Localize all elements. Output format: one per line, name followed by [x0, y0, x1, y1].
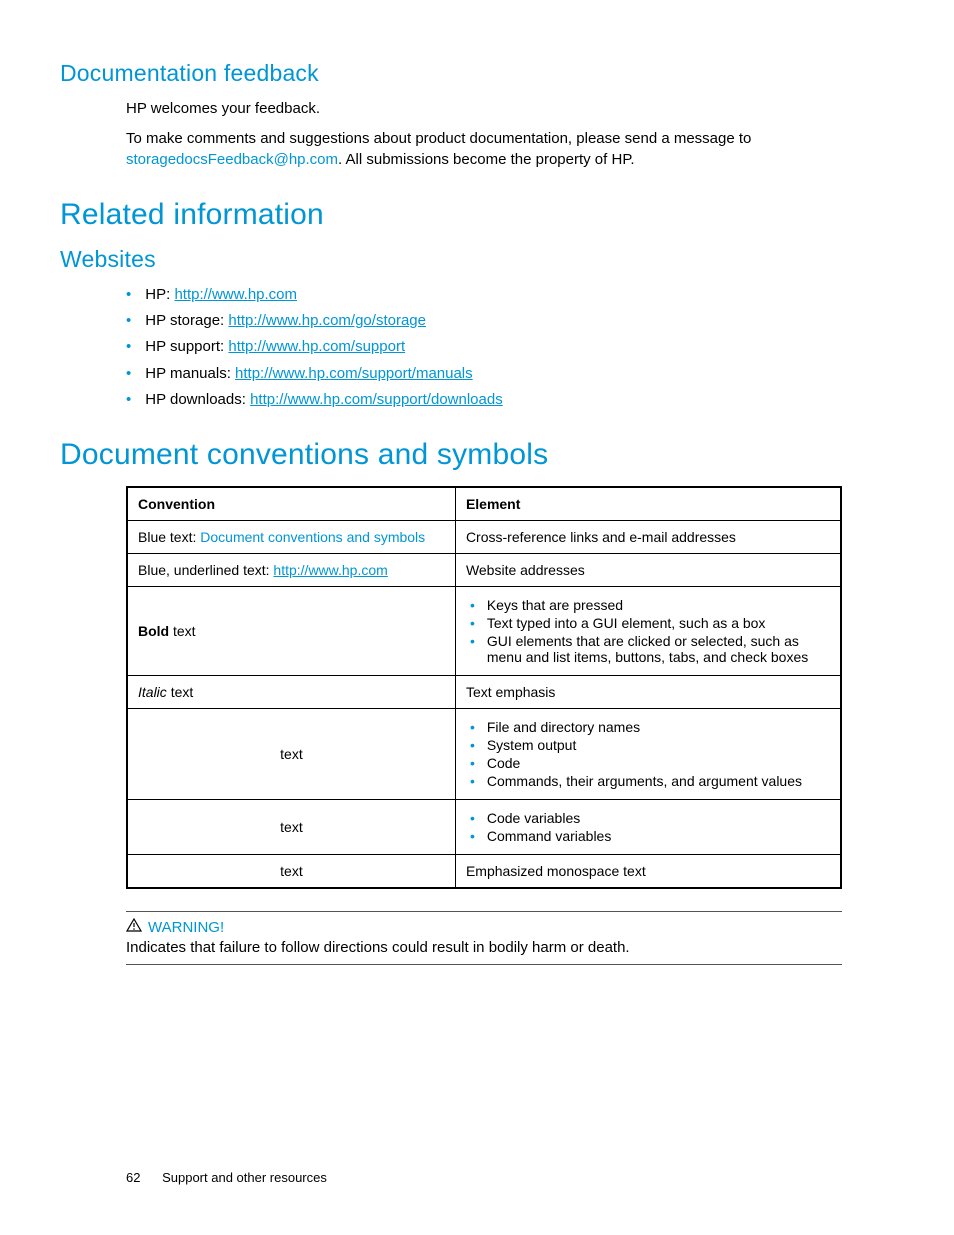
- cell-list-item: Command variables: [466, 828, 830, 844]
- table-row: Italic text Text emphasis: [127, 676, 841, 709]
- list-item: HP storage: http://www.hp.com/go/storage: [126, 311, 894, 331]
- cell-list-item: Text typed into a GUI element, such as a…: [466, 615, 830, 631]
- blue-text-label: Blue text:: [138, 529, 200, 545]
- cell-list-item: System output: [466, 737, 830, 753]
- table-header-row: Convention Element: [127, 487, 841, 521]
- cell-element: File and directory names System output C…: [455, 709, 841, 800]
- cell-element: Text emphasis: [455, 676, 841, 709]
- list-item: HP manuals: http://www.hp.com/support/ma…: [126, 364, 894, 384]
- heading-websites: Websites: [60, 246, 894, 273]
- list-item: HP support: http://www.hp.com/support: [126, 337, 894, 357]
- divider: [126, 964, 842, 965]
- warning-label: WARNING!: [148, 919, 224, 936]
- blue-underline-example[interactable]: http://www.hp.com: [273, 562, 387, 578]
- websites-list: HP: http://www.hp.com HP storage: http:/…: [126, 285, 894, 410]
- divider: [126, 911, 842, 912]
- heading-document-conventions: Document conventions and symbols: [60, 438, 894, 472]
- cell-element: Cross-reference links and e-mail address…: [455, 521, 841, 554]
- feedback-p1: HP welcomes your feedback.: [126, 99, 894, 119]
- cell-element: Keys that are pressed Text typed into a …: [455, 587, 841, 676]
- website-label: HP:: [145, 286, 174, 303]
- cell-convention: Blue, underlined text: http://www.hp.com: [127, 554, 455, 587]
- list-item: HP: http://www.hp.com: [126, 285, 894, 305]
- th-convention: Convention: [127, 487, 455, 521]
- list-item: HP downloads: http://www.hp.com/support/…: [126, 390, 894, 410]
- table-row: text Code variables Command variables: [127, 800, 841, 855]
- table-row: text File and directory names System out…: [127, 709, 841, 800]
- cell-convention: text: [127, 855, 455, 889]
- feedback-p2-tail: . All submissions become the property of…: [338, 151, 635, 168]
- bold-example: Bold: [138, 623, 169, 639]
- feedback-body: HP welcomes your feedback. To make comme…: [126, 99, 894, 170]
- table-row: Bold text Keys that are pressed Text typ…: [127, 587, 841, 676]
- cell-convention: text: [127, 800, 455, 855]
- bold-suffix: text: [169, 623, 195, 639]
- page: Documentation feedback HP welcomes your …: [0, 0, 954, 1235]
- table-row: Blue, underlined text: http://www.hp.com…: [127, 554, 841, 587]
- footer-title: Support and other resources: [162, 1170, 327, 1185]
- warning-heading: WARNING!: [126, 918, 842, 936]
- heading-related-information: Related information: [60, 198, 894, 232]
- blue-text-example: Document conventions and symbols: [200, 529, 425, 545]
- cell-list-item: Commands, their arguments, and argument …: [466, 773, 830, 789]
- page-number: 62: [126, 1170, 140, 1185]
- cell-element: Website addresses: [455, 554, 841, 587]
- feedback-email-link[interactable]: storagedocsFeedback@hp.com: [126, 151, 338, 168]
- website-label: HP support:: [145, 338, 228, 355]
- cell-list-item: Keys that are pressed: [466, 597, 830, 613]
- conventions-table: Convention Element Blue text: Document c…: [126, 486, 842, 889]
- feedback-p2: To make comments and suggestions about p…: [126, 129, 894, 170]
- cell-list-item: Code variables: [466, 810, 830, 826]
- table-row: text Emphasized monospace text: [127, 855, 841, 889]
- website-link[interactable]: http://www.hp.com: [174, 286, 297, 303]
- cell-element: Emphasized monospace text: [455, 855, 841, 889]
- cell-element: Code variables Command variables: [455, 800, 841, 855]
- warning-block: WARNING! Indicates that failure to follo…: [126, 911, 842, 965]
- website-link[interactable]: http://www.hp.com/support/manuals: [235, 365, 473, 382]
- cell-convention: Italic text: [127, 676, 455, 709]
- italic-example: Italic: [138, 684, 171, 700]
- warning-text: Indicates that failure to follow directi…: [126, 938, 842, 958]
- cell-list-item: File and directory names: [466, 719, 830, 735]
- table-row: Blue text: Document conventions and symb…: [127, 521, 841, 554]
- website-link[interactable]: http://www.hp.com/support: [228, 338, 405, 355]
- website-label: HP downloads:: [145, 391, 250, 408]
- feedback-p2-lead: To make comments and suggestions about p…: [126, 130, 751, 147]
- blue-underline-label: Blue, underlined text:: [138, 562, 273, 578]
- th-element: Element: [455, 487, 841, 521]
- warning-icon: [126, 918, 142, 936]
- website-link[interactable]: http://www.hp.com/go/storage: [228, 312, 426, 329]
- website-link[interactable]: http://www.hp.com/support/downloads: [250, 391, 503, 408]
- cell-convention: Blue text: Document conventions and symb…: [127, 521, 455, 554]
- cell-list-item: GUI elements that are clicked or selecte…: [466, 633, 830, 665]
- heading-documentation-feedback: Documentation feedback: [60, 60, 894, 87]
- page-footer: 62 Support and other resources: [126, 1170, 327, 1185]
- cell-convention: text: [127, 709, 455, 800]
- website-label: HP storage:: [145, 312, 228, 329]
- website-label: HP manuals:: [145, 365, 235, 382]
- cell-list-item: Code: [466, 755, 830, 771]
- cell-convention: Bold text: [127, 587, 455, 676]
- italic-suffix: text: [171, 684, 194, 700]
